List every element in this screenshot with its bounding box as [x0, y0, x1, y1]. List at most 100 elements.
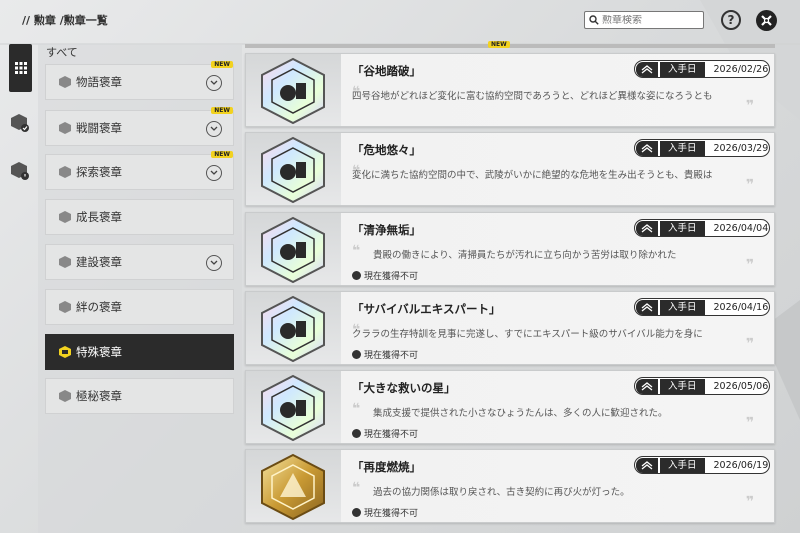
status-unavailable: 現在獲得不可	[352, 348, 418, 361]
obtained-date: 2026/05/06	[713, 380, 769, 392]
category-item[interactable]: 特殊褒章	[45, 334, 234, 370]
medal-card[interactable]: 「清浄無垢」 入手日 2026/04/04 ❝ ❞ 貴殿の働きにより、清掃員たちが汚れに立…	[245, 212, 775, 286]
medal-description: 四号谷地がどれほど変化に富む協約空間であろうと、どれほど異様な姿になろうとも	[352, 91, 713, 102]
view-rail	[0, 44, 36, 533]
category-item[interactable]: 成長褒章	[45, 199, 234, 235]
category-all-label[interactable]: すべて	[46, 44, 78, 60]
obtained-date: 2026/04/04	[713, 222, 769, 234]
obtained-label: 入手日	[660, 299, 705, 315]
chevron-down-icon[interactable]	[206, 121, 222, 137]
obtained-date-pill: 入手日 2026/04/04	[634, 219, 770, 237]
chevron-down-icon[interactable]	[206, 255, 222, 271]
obtained-label: 入手日	[660, 378, 705, 394]
chevron-down-icon[interactable]	[206, 165, 222, 181]
status-text: 現在獲得不可	[364, 430, 419, 440]
obtained-date: 2026/03/29	[713, 142, 769, 154]
help-label: ?	[727, 13, 735, 27]
category-icon	[58, 75, 72, 89]
category-item[interactable]: 物語褒章 NEW	[45, 61, 234, 100]
medal-stack-icon	[636, 61, 658, 77]
obtained-date: 2026/06/19	[713, 459, 769, 471]
search-icon	[589, 15, 599, 25]
medal-box-clock-icon	[11, 162, 29, 180]
quote-close-icon: ❞	[746, 257, 755, 273]
medal-card[interactable]: 「再度燃焼」 入手日 2026/06/19 ❝ ❞ 過去の協力関係は取り戻され、古き契約に…	[245, 449, 775, 523]
obtained-label: 入手日	[660, 220, 705, 236]
medal-box-check-icon	[11, 114, 29, 132]
category-label: 絆の褒章	[76, 300, 122, 314]
category-label: 物語褒章	[76, 75, 122, 89]
medal-description: 集成支援で提供された小さなひょうたんは、多くの人に歓迎された。	[373, 408, 668, 419]
medal-area	[246, 133, 341, 205]
medal-card[interactable]: 「危地悠々」 入手日 2026/03/29 ❝ ❞ 変化に満ちた協約空間の中で、武陵がいか…	[245, 132, 775, 206]
list-scrollbar[interactable]	[245, 44, 775, 48]
new-tag: NEW	[211, 107, 233, 114]
close-icon	[761, 15, 772, 26]
quote-close-icon: ❞	[746, 494, 755, 510]
category-icon	[58, 389, 72, 403]
medal-stack-icon	[636, 220, 658, 236]
medal-card[interactable]: 「サバイバルエキスパート」 入手日 2026/04/16 ❝ ❞ クララの生存特訓を見事に…	[245, 291, 775, 365]
category-icon	[58, 210, 72, 224]
category-label: 特殊褒章	[76, 345, 122, 359]
medal-area	[246, 54, 341, 126]
category-icon	[58, 300, 72, 314]
medal-card[interactable]: 「大きな救いの星」 入手日 2026/05/06 ❝ ❞ 集成支援で提供された小さなひょう…	[245, 370, 775, 444]
category-item[interactable]: 絆の褒章	[45, 289, 234, 325]
status-text: 現在獲得不可	[364, 272, 419, 282]
status-unavailable: 現在獲得不可	[352, 427, 418, 440]
close-button[interactable]	[756, 10, 777, 31]
medal-area	[246, 213, 341, 285]
category-item[interactable]: 探索褒章 NEW	[45, 151, 234, 190]
category-icon	[58, 165, 72, 179]
quote-open-icon: ❝	[352, 480, 361, 496]
quote-open-icon: ❝	[352, 243, 361, 259]
category-item[interactable]: 極秘褒章	[45, 378, 234, 414]
medal-collection-button[interactable]	[9, 112, 31, 134]
new-tag: NEW	[211, 151, 233, 158]
clock-icon	[352, 350, 361, 359]
medal-stack-icon	[636, 299, 658, 315]
medal-icon	[258, 453, 328, 522]
obtained-label: 入手日	[660, 457, 705, 473]
quote-close-icon: ❞	[746, 177, 755, 193]
grid-view-button[interactable]	[9, 44, 32, 92]
breadcrumb: // 勲章 /勲章一覧	[22, 14, 108, 27]
quote-open-icon: ❝	[352, 401, 361, 417]
clock-icon	[352, 508, 361, 517]
medal-card[interactable]: 「谷地踏破」 入手日 2026/02/26 ❝ ❞ 四号谷地がどれほど変化に富む協約空間で…	[245, 53, 775, 127]
status-text: 現在獲得不可	[364, 351, 419, 361]
medal-description: 変化に満ちた協約空間の中で、武陵がいかに絶望的な危地を生み出そうとも、貴殿は	[352, 170, 713, 181]
status-unavailable: 現在獲得不可	[352, 506, 418, 519]
category-icon	[58, 255, 72, 269]
medal-pending-button[interactable]	[9, 160, 31, 182]
medal-title: 「清浄無垢」	[352, 223, 421, 237]
quote-close-icon: ❞	[746, 415, 755, 431]
search-box[interactable]	[584, 11, 704, 29]
help-button[interactable]: ?	[721, 10, 741, 30]
obtained-date: 2026/04/16	[713, 301, 769, 313]
status-text: 現在獲得不可	[364, 509, 419, 519]
medal-icon	[258, 295, 328, 364]
category-item[interactable]: 戦闘褒章 NEW	[45, 107, 234, 146]
status-unavailable: 現在獲得不可	[352, 269, 418, 282]
category-item[interactable]: 建設褒章	[45, 244, 234, 280]
category-label: 成長褒章	[76, 210, 122, 224]
obtained-date-pill: 入手日 2026/02/26	[634, 60, 770, 78]
chevron-down-icon[interactable]	[206, 75, 222, 91]
medal-area	[246, 371, 341, 443]
medal-title: 「再度燃焼」	[352, 460, 421, 474]
obtained-date: 2026/02/26	[713, 63, 769, 75]
category-label: 戦闘褒章	[76, 121, 122, 135]
obtained-date-pill: 入手日 2026/06/19	[634, 456, 770, 474]
medal-title: 「大きな救いの星」	[352, 381, 456, 395]
medal-description: クララの生存特訓を見事に完遂し、すでにエキスパート級のサバイバル能力を身に	[352, 329, 703, 340]
medal-area	[246, 450, 341, 522]
obtained-label: 入手日	[660, 140, 705, 156]
category-label: 建設褒章	[76, 255, 122, 269]
medal-stack-icon	[636, 378, 658, 394]
category-label: 探索褒章	[76, 165, 122, 179]
grid-icon	[14, 62, 27, 74]
medal-title: 「危地悠々」	[352, 143, 421, 157]
search-input[interactable]	[602, 14, 697, 26]
